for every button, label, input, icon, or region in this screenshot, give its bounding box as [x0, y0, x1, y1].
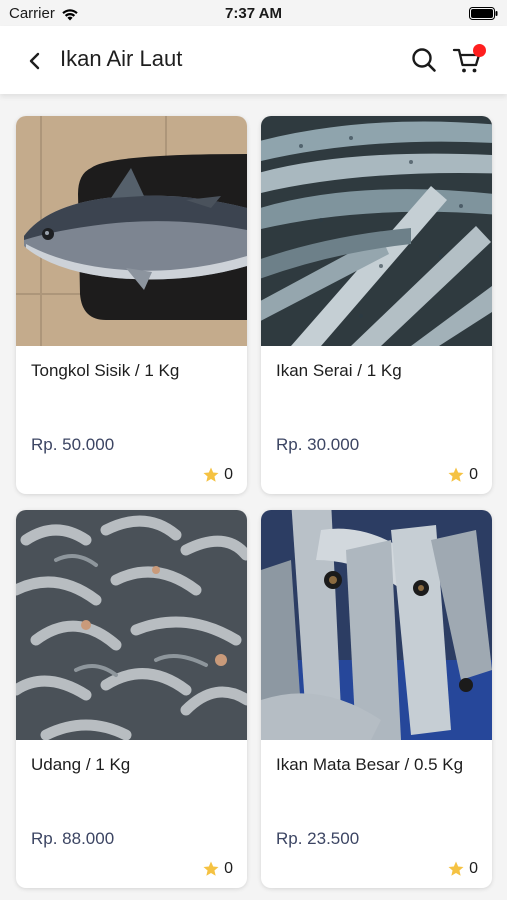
product-name: Udang / 1 Kg	[31, 755, 131, 774]
product-rating: 0	[447, 466, 478, 484]
product-image	[16, 116, 247, 346]
battery-icon	[469, 7, 498, 20]
rating-count: 0	[224, 466, 233, 483]
back-button[interactable]	[22, 48, 48, 74]
product-price: Rp. 88.000	[31, 829, 115, 848]
status-bar: Carrier 7:37 AM	[0, 0, 507, 26]
product-card[interactable]: Tongkol Sisik / 1 Kg Rp. 50.000 0	[16, 116, 247, 494]
product-image	[16, 510, 247, 740]
star-icon	[448, 467, 464, 482]
search-icon	[412, 48, 436, 72]
cart-badge	[473, 44, 486, 57]
status-time: 7:37 AM	[225, 5, 282, 22]
tuna-fish-photo	[16, 116, 247, 346]
star-icon	[203, 861, 219, 876]
product-price: Rp. 50.000	[31, 435, 115, 454]
app-header: Ikan Air Laut	[0, 26, 507, 94]
product-price: Rp. 23.500	[276, 829, 360, 848]
page-title: Ikan Air Laut	[60, 46, 183, 71]
product-image	[261, 510, 492, 740]
product-name: Tongkol Sisik / 1 Kg	[31, 361, 180, 380]
mackerel-pile-photo	[261, 116, 492, 346]
product-rating: 0	[202, 466, 233, 484]
star-icon	[448, 861, 464, 876]
product-card[interactable]: Ikan Serai / 1 Kg Rp. 30.000 0	[261, 116, 492, 494]
product-rating: 0	[447, 860, 478, 878]
search-button[interactable]	[410, 46, 438, 74]
rating-count: 0	[469, 860, 478, 877]
product-price: Rp. 30.000	[276, 435, 360, 454]
bigeye-fish-photo	[261, 510, 492, 740]
product-name: Ikan Mata Besar / 0.5 Kg	[276, 755, 464, 774]
rating-count: 0	[469, 466, 478, 483]
rating-count: 0	[224, 860, 233, 877]
star-icon	[203, 467, 219, 482]
product-image	[261, 116, 492, 346]
product-name: Ikan Serai / 1 Kg	[276, 361, 402, 380]
chevron-left-icon	[29, 52, 40, 70]
product-card[interactable]: Ikan Mata Besar / 0.5 Kg Rp. 23.500 0	[261, 510, 492, 888]
product-card[interactable]: Udang / 1 Kg Rp. 88.000 0	[16, 510, 247, 888]
shrimp-pile-photo	[16, 510, 247, 740]
product-rating: 0	[202, 860, 233, 878]
